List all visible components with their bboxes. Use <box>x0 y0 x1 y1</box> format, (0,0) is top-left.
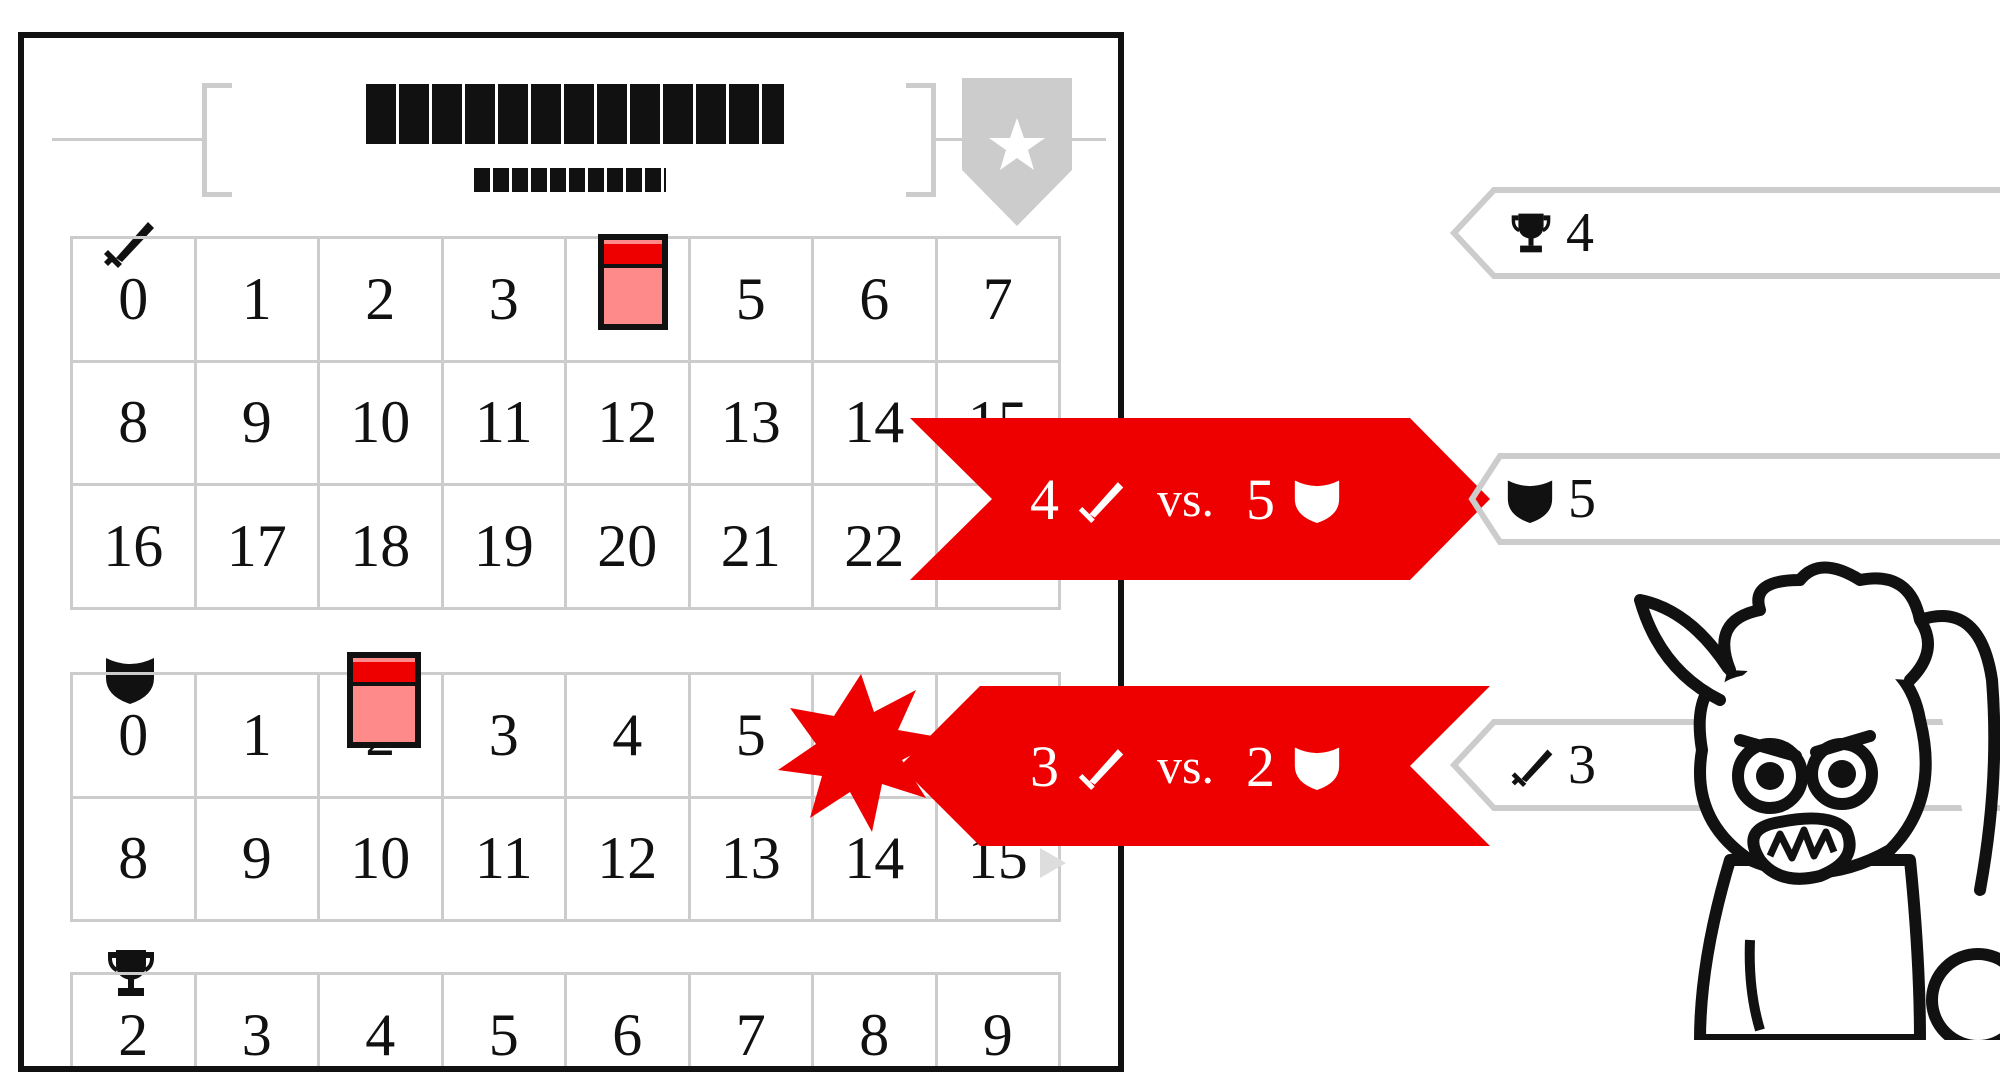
trophy_track-cell[interactable]: 4 <box>320 975 444 1066</box>
card-subtitle: ██████████ <box>474 168 666 192</box>
attack_track-cell[interactable]: 8 <box>73 362 197 486</box>
trophy_track-cell[interactable]: 3 <box>197 975 320 1066</box>
attack_track-cell[interactable]: 9 <box>196 362 320 486</box>
shield-icon <box>1294 480 1340 523</box>
attack_track-cell[interactable]: 1 <box>196 239 320 363</box>
attack_track-cell[interactable]: 6 <box>814 239 938 363</box>
trophy_track-cell[interactable]: 2 <box>73 975 197 1066</box>
defense-marker[interactable] <box>347 652 421 748</box>
enemy-trophy-value: 4 <box>1566 202 1594 264</box>
defense_track-cell[interactable]: 0 <box>73 675 197 799</box>
defense_track-cell[interactable]: 4 <box>567 675 691 799</box>
defense_track-cell[interactable]: 12 <box>567 798 691 922</box>
trophy_track-cell[interactable]: 7 <box>691 975 814 1066</box>
banner-top-defense-value: 5 <box>1245 466 1275 532</box>
shield-icon <box>1294 747 1340 790</box>
defense_track-cell[interactable]: 1 <box>196 675 320 799</box>
banner-top-vs: vs. <box>1157 471 1214 527</box>
enemy-defense-tag: 5 <box>1466 452 2000 546</box>
defense_track-cell[interactable]: 10 <box>320 798 444 922</box>
attack_track-cell[interactable]: 3 <box>443 239 567 363</box>
attack_track-cell[interactable]: 10 <box>320 362 444 486</box>
attack_track-cell[interactable]: 12 <box>567 362 691 486</box>
banner-bottom-vs: vs. <box>1157 738 1214 794</box>
trophy_track-cell[interactable]: 8 <box>814 975 938 1066</box>
defense_track-cell[interactable]: 11 <box>443 798 567 922</box>
header-bracket-left <box>202 83 232 197</box>
attack_track-cell[interactable]: 16 <box>73 486 197 610</box>
header-line-left <box>52 138 202 141</box>
attack_track-cell[interactable]: 11 <box>443 362 567 486</box>
attack_track-cell[interactable]: 2 <box>320 239 444 363</box>
attack_track-row: 0123567 <box>73 239 1061 363</box>
defense_track-cell[interactable]: 8 <box>73 798 197 922</box>
defense_track-cell[interactable]: 9 <box>196 798 320 922</box>
enemy-trophy-tag: 4 <box>1448 186 2000 280</box>
banner-top-attack-value: 4 <box>1030 466 1059 532</box>
attack_track-cell[interactable]: 0 <box>73 239 197 363</box>
rank-badge <box>962 78 1072 230</box>
header-bracket-right <box>906 83 936 197</box>
enemy-attack-value: 3 <box>1568 734 1596 796</box>
trophy-icon <box>1511 213 1551 253</box>
enemy-defense-value: 5 <box>1568 468 1596 530</box>
defense_track-cell[interactable]: 3 <box>443 675 567 799</box>
sword-icon <box>1078 482 1124 523</box>
attack_track-cell[interactable]: 18 <box>320 486 444 610</box>
trophy_track-cell[interactable]: 6 <box>567 975 691 1066</box>
combat-banner-bottom: 3 vs. 2 <box>900 686 1490 846</box>
banner-bottom-defense-value: 2 <box>1245 733 1275 799</box>
attack_track-cell[interactable]: 20 <box>567 486 691 610</box>
attack_track-cell[interactable]: 7 <box>937 239 1061 363</box>
attack_track-cell[interactable]: 5 <box>690 239 814 363</box>
sword-icon <box>1078 749 1124 790</box>
combat-banner-top: 4 vs. 5 <box>910 418 1490 580</box>
trophy_track-cell[interactable]: 9 <box>938 975 1061 1066</box>
attack_track-cell[interactable]: 21 <box>690 486 814 610</box>
card-title: ███████████ <box>366 84 784 144</box>
banner-bottom-attack-value: 3 <box>1030 733 1059 799</box>
trophy_track-cell[interactable]: 5 <box>444 975 567 1066</box>
trophy-track-grid: 23456789 <box>70 972 1061 1066</box>
monster-character <box>1620 560 2000 1052</box>
attack_track-cell[interactable]: 13 <box>690 362 814 486</box>
scroll-arrow-icon[interactable] <box>1040 848 1066 882</box>
shield-icon <box>1507 480 1553 523</box>
sword-icon <box>1511 749 1553 787</box>
attack_track-cell[interactable]: 19 <box>443 486 567 610</box>
attack_track-cell[interactable]: 17 <box>196 486 320 610</box>
trophy_track-row: 23456789 <box>73 975 1061 1066</box>
attack-marker[interactable] <box>598 234 668 330</box>
